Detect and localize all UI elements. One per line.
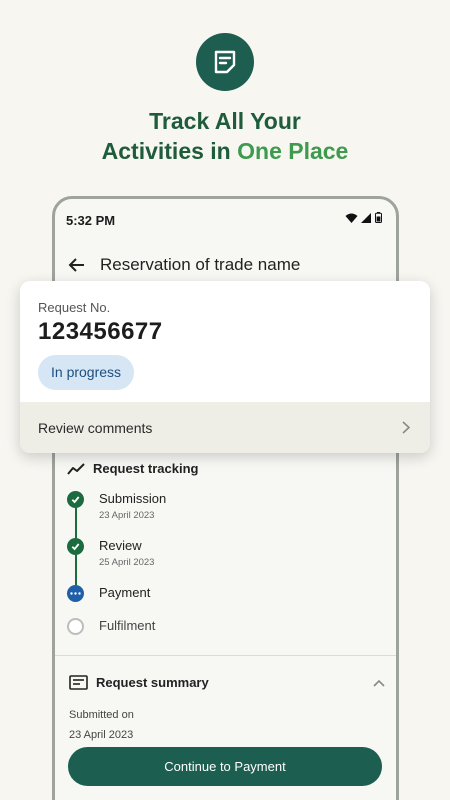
- wifi-icon: [345, 213, 358, 223]
- battery-icon: [375, 212, 382, 223]
- request-tracking-section: Request tracking Submission 23 April 202…: [67, 461, 396, 635]
- step-name: Submission: [99, 491, 167, 506]
- hero-headline: Track All Your Activities in One Place: [0, 106, 450, 166]
- status-time: 5:32 PM: [66, 213, 116, 228]
- page-title: Reservation of trade name: [100, 255, 301, 274]
- status-icons: [345, 212, 382, 223]
- headline-line-2-b: One Place: [237, 138, 349, 164]
- chevron-right-icon: [402, 421, 410, 434]
- more-dots-icon: [67, 585, 84, 602]
- submitted-date: 23 April 2023: [69, 729, 134, 741]
- back-arrow-icon[interactable]: [67, 255, 87, 275]
- review-comments-label: Review comments: [38, 419, 153, 436]
- headline-line-2: Activities in One Place: [0, 136, 450, 166]
- step-review: Review 25 April 2023: [67, 538, 154, 568]
- divider: [55, 655, 396, 656]
- step-fulfilment: Fulfilment: [67, 618, 155, 635]
- tracking-header: Request tracking: [67, 461, 396, 476]
- check-icon: [67, 538, 84, 555]
- notes-icon: [196, 33, 254, 91]
- summary-icon: [69, 675, 88, 690]
- request-label: Request No.: [38, 300, 111, 315]
- app-bar: Reservation of trade name: [67, 255, 300, 275]
- step-name: Review: [99, 538, 142, 553]
- trend-icon: [67, 462, 85, 475]
- request-number: 123456677: [38, 318, 163, 345]
- check-icon: [67, 491, 84, 508]
- tracking-title: Request tracking: [93, 461, 199, 476]
- summary-header[interactable]: Request summary: [69, 675, 385, 690]
- review-comments-row[interactable]: Review comments: [20, 402, 430, 453]
- step-date: 25 April 2023: [99, 557, 155, 568]
- headline-line-1: Track All Your: [149, 108, 301, 134]
- chevron-up-icon[interactable]: [373, 679, 385, 687]
- step-submission: Submission 23 April 2023: [67, 491, 166, 521]
- request-card: Request No. 123456677 In progress Review…: [20, 281, 430, 453]
- continue-to-payment-button[interactable]: Continue to Payment: [68, 747, 382, 786]
- signal-icon: [361, 212, 371, 223]
- status-badge: In progress: [38, 355, 135, 390]
- step-name: Fulfilment: [99, 618, 156, 633]
- empty-circle-icon: [67, 618, 84, 635]
- step-payment: Payment: [67, 585, 150, 602]
- step-date: 23 April 2023: [99, 510, 155, 521]
- step-name: Payment: [99, 585, 151, 600]
- submitted-label: Submitted on: [69, 709, 134, 721]
- headline-line-2-a: Activities in: [101, 138, 238, 164]
- summary-title: Request summary: [96, 675, 209, 690]
